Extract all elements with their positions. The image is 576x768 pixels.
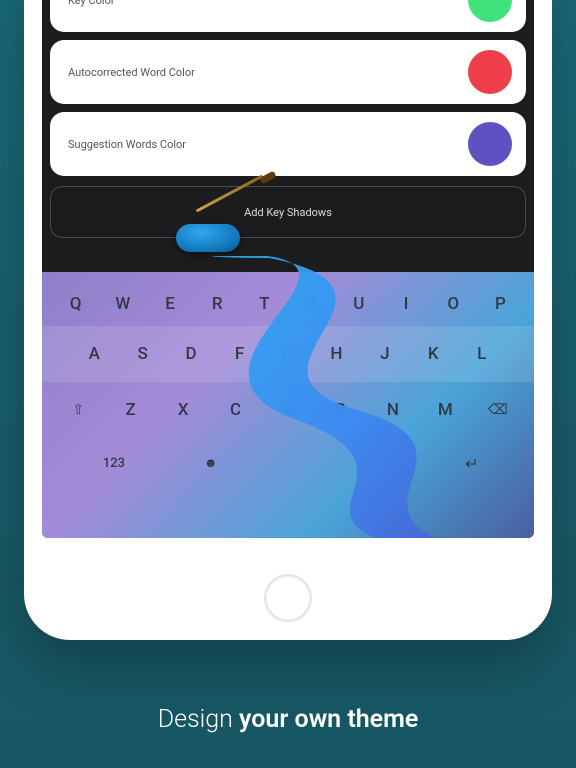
option-suggestion-words-color[interactable]: Suggestion Words Color — [50, 112, 526, 176]
key-y[interactable]: Y — [288, 294, 335, 314]
button-label: Add Key Shadows — [244, 206, 332, 219]
key-t[interactable]: T — [241, 294, 288, 314]
keyboard-preview: Q W E R T Y U I O P A S D F G H J K L — [42, 272, 534, 538]
color-swatch[interactable] — [468, 0, 512, 22]
option-autocorrected-word-color[interactable]: Autocorrected Word Color — [50, 40, 526, 104]
key-o[interactable]: O — [430, 294, 477, 314]
key-j[interactable]: J — [361, 344, 409, 364]
return-key[interactable]: ↵ — [423, 454, 520, 473]
caption-text: Design — [158, 705, 239, 734]
key-s[interactable]: S — [118, 344, 166, 364]
key-z[interactable]: Z — [104, 400, 156, 420]
key-x[interactable]: X — [157, 400, 209, 420]
tablet-device: Key Color Autocorrected Word Color Sugge… — [24, 0, 552, 640]
key-k[interactable]: K — [409, 344, 457, 364]
key-i[interactable]: I — [382, 294, 429, 314]
key-v[interactable]: V — [262, 400, 314, 420]
key-m[interactable]: M — [419, 400, 471, 420]
color-swatch[interactable] — [468, 50, 512, 94]
key-w[interactable]: W — [99, 294, 146, 314]
key-l[interactable]: L — [458, 344, 506, 364]
option-key-color[interactable]: Key Color — [50, 0, 526, 32]
caption-bold: your own theme — [239, 705, 418, 734]
add-key-shadows-button[interactable]: Add Key Shadows — [50, 186, 526, 238]
emoji-key[interactable]: ☻ — [172, 455, 249, 471]
key-f[interactable]: F — [215, 344, 263, 364]
marketing-caption: Design your own theme — [0, 705, 576, 734]
keyboard-row-1: Q W E R T Y U I O P — [42, 272, 534, 326]
keyboard-row-2: A S D F G H J K L — [42, 326, 534, 382]
key-r[interactable]: R — [194, 294, 241, 314]
key-b[interactable]: B — [314, 400, 366, 420]
key-g[interactable]: G — [264, 344, 312, 364]
option-label: Autocorrected Word Color — [68, 66, 195, 79]
period-key[interactable]: . — [346, 456, 423, 471]
color-swatch[interactable] — [468, 122, 512, 166]
backspace-key[interactable]: ⌫ — [472, 402, 524, 418]
key-a[interactable]: A — [70, 344, 118, 364]
keyboard-row-4: 123 ☻ . ↵ — [42, 438, 534, 488]
key-h[interactable]: H — [312, 344, 360, 364]
option-label: Key Color — [68, 0, 115, 7]
numbers-key[interactable]: 123 — [56, 456, 172, 471]
screen: Key Color Autocorrected Word Color Sugge… — [42, 0, 534, 538]
option-label: Suggestion Words Color — [68, 138, 186, 151]
home-button[interactable] — [264, 574, 312, 622]
key-p[interactable]: P — [477, 294, 524, 314]
paint-roller-icon — [176, 224, 240, 252]
key-e[interactable]: E — [146, 294, 193, 314]
theme-options-list: Key Color Autocorrected Word Color Sugge… — [42, 0, 534, 176]
key-q[interactable]: Q — [52, 294, 99, 314]
keyboard-row-3: ⇧ Z X C V B N M ⌫ — [42, 382, 534, 438]
key-u[interactable]: U — [335, 294, 382, 314]
key-d[interactable]: D — [167, 344, 215, 364]
key-n[interactable]: N — [367, 400, 419, 420]
key-c[interactable]: C — [209, 400, 261, 420]
shift-key[interactable]: ⇧ — [52, 402, 104, 418]
